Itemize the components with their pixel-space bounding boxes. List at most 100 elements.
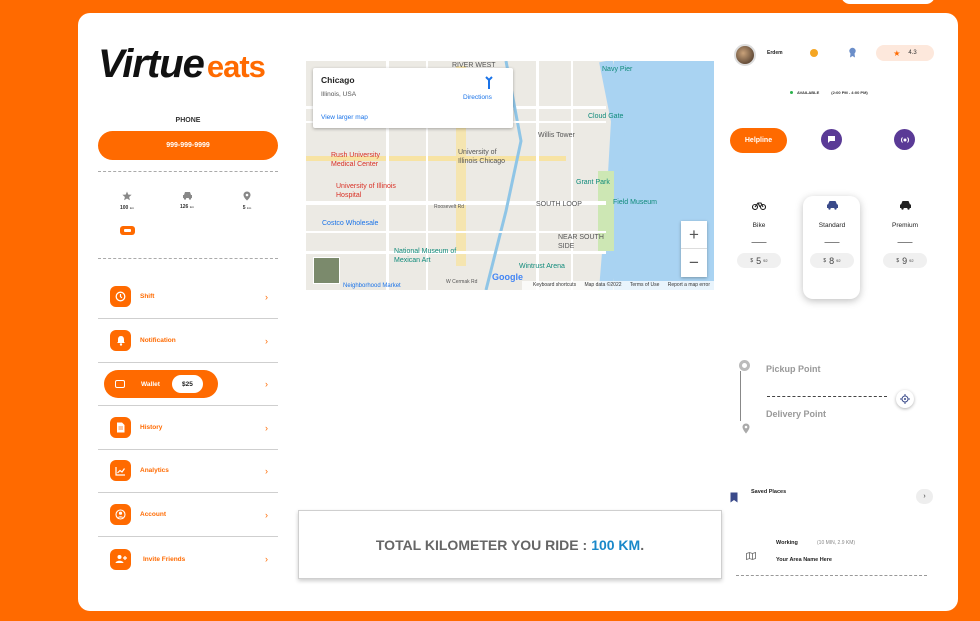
map-label: W Cermak Rd (446, 279, 478, 285)
menu-item-shift[interactable]: Shift › (98, 275, 278, 319)
status-dot (790, 91, 793, 95)
delivery-point-input[interactable]: Delivery Point (766, 409, 826, 419)
phone-icon (900, 136, 909, 143)
map-label: Navy Pier (602, 66, 633, 73)
menu-label: Invite Friends (143, 555, 186, 563)
vehicle-premium[interactable]: Premium ▬▬▬▬▬ $9 92 (876, 200, 934, 268)
chevron-right-icon: › (265, 509, 268, 520)
total-km-box: TOTAL KILOMETER YOU RIDE : 100 KM . (298, 510, 722, 579)
price-value: 8 (829, 255, 835, 266)
menu-label: Shift (140, 293, 155, 300)
saved-places-title: Saved Places (751, 489, 787, 495)
verified-icon (810, 49, 818, 57)
document-icon (110, 417, 131, 438)
chevron-right-icon: › (265, 554, 268, 564)
map-label: Field Museum (613, 199, 657, 206)
pickup-point-input[interactable]: Pickup Point (766, 364, 821, 374)
vehicle-time: ▬▬▬▬▬ (897, 240, 913, 244)
price-cents: 92 (909, 258, 914, 263)
stat-value: 100 (119, 205, 129, 211)
view-larger-map-link[interactable]: View larger map (321, 114, 368, 121)
menu-item-history[interactable]: History › (98, 406, 278, 450)
map-place-name: Chicago (321, 75, 355, 85)
map-footer: Keyboard shortcuts Map data ©2022 Terms … (521, 281, 714, 290)
total-km-suffix: . (640, 536, 645, 553)
car-icon (182, 192, 192, 200)
saved-places-arrow[interactable]: › (916, 489, 933, 504)
vehicle-standard[interactable]: Standard ▬▬▬▬▬ $8 92 (803, 200, 861, 268)
divider (736, 575, 927, 576)
map-label: National Museum of Mexican Art (394, 248, 457, 264)
saved-place-address: Your Area Name Here (776, 557, 832, 563)
stat-location: 5 km (227, 191, 267, 211)
map-label: NEAR SOUTH SIDE (558, 234, 604, 250)
total-km-label: TOTAL KILOMETER YOU RIDE : (375, 536, 588, 553)
wallet-pill[interactable]: Wallet $25 (104, 370, 218, 398)
vehicle-time: ▬▬▬▬▬ (751, 240, 767, 244)
stats-badge[interactable] (120, 226, 135, 235)
call-button[interactable] (894, 129, 915, 150)
availability: AVAILABLE (2:00 PM - 4:00 PM) (790, 90, 868, 95)
divider (98, 171, 278, 172)
stat-rides: 100 km (107, 191, 147, 211)
saved-place-name[interactable]: Working (776, 540, 798, 546)
chart-icon (110, 460, 131, 481)
divider (98, 258, 278, 259)
menu-item-notification[interactable]: Notification › (98, 319, 278, 363)
zoom-out-button[interactable]: − (681, 249, 707, 277)
phone-button[interactable]: 999-999-9999 (98, 131, 278, 160)
locate-button[interactable] (896, 390, 914, 408)
terms-link[interactable]: Terms of Use (630, 282, 659, 288)
menu-item-invite[interactable]: Invite Friends › (98, 537, 278, 581)
stat-unit: km (129, 206, 135, 210)
chevron-right-icon: › (265, 422, 268, 433)
vehicle-price: $8 92 (810, 253, 854, 268)
zoom-in-button[interactable]: + (681, 221, 707, 249)
satellite-toggle[interactable] (313, 257, 340, 284)
availability-status: AVAILABLE (797, 90, 820, 95)
vehicle-time: ▬▬▬▬▬ (824, 240, 840, 244)
avatar[interactable] (734, 44, 756, 66)
map-label: Wintrust Arena (519, 263, 565, 270)
map-data-text: Map data ©2022 (584, 282, 622, 288)
total-km-value: 100 KM (591, 536, 641, 553)
user-name: Erdem (767, 50, 783, 56)
add-user-icon (110, 548, 131, 570)
bell-icon (110, 330, 131, 351)
stat-distance: 126 km (167, 191, 207, 210)
stat-unit: km (246, 206, 252, 210)
map-label: Cloud Gate (588, 113, 624, 120)
availability-hours: (2:00 PM - 4:00 PM) (831, 90, 868, 95)
saved-place-meta: (10 MIN, 2.9 KM) (817, 540, 856, 546)
stat-value: 5 (242, 205, 246, 211)
vehicle-name: Bike (752, 222, 766, 229)
route-divider (767, 396, 887, 397)
directions-icon[interactable] (483, 76, 495, 90)
chat-button[interactable] (821, 129, 842, 150)
map-label: SOUTH LOOP (536, 201, 582, 208)
currency: $ (750, 257, 754, 264)
map-label: Costco Wholesale (322, 220, 379, 227)
map-label: University of Illinois Hospital (336, 183, 396, 199)
pickup-marker (739, 360, 750, 371)
map-label: Neighborhood Market (343, 283, 401, 289)
menu-label: Analytics (140, 467, 169, 474)
menu-label: Account (140, 511, 166, 518)
report-error-link[interactable]: Report a map error (668, 282, 710, 288)
map-embed[interactable]: RIVER WEST Navy Pier Cloud Gate Willis T… (306, 61, 714, 290)
vehicle-name: Standard (818, 222, 846, 229)
vehicle-price: $9 92 (883, 253, 927, 268)
vehicle-bike[interactable]: Bike ▬▬▬▬▬ $5 92 (730, 200, 788, 268)
keyboard-shortcuts-link[interactable]: Keyboard shortcuts (533, 282, 576, 288)
brand-logo: Virtueeats (98, 42, 266, 86)
helpline-button[interactable]: Helpline (730, 128, 787, 153)
directions-link[interactable]: Directions (463, 94, 492, 101)
chevron-right-icon: › (265, 291, 268, 302)
menu-item-analytics[interactable]: Analytics › (98, 449, 278, 493)
location-pin-icon (742, 423, 750, 434)
menu-item-account[interactable]: Account › (98, 493, 278, 537)
price-cents: 92 (836, 258, 841, 263)
menu-label: History (140, 424, 163, 431)
map-label: Grant Park (576, 179, 610, 186)
wallet-icon (115, 380, 125, 388)
